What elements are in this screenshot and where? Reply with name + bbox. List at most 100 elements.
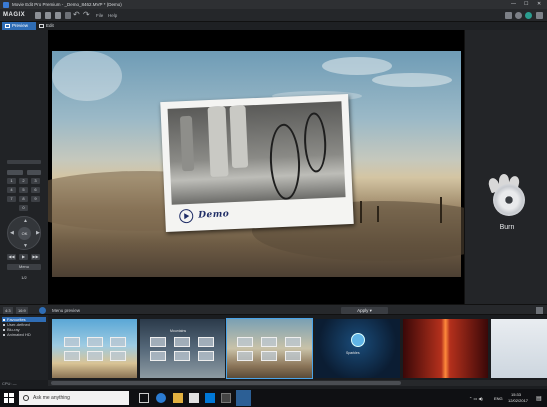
aspect-4-3-button[interactable]: 4:3 <box>3 307 13 314</box>
bicycle-wheel <box>268 123 302 201</box>
digit-key-9[interactable]: 9 <box>31 196 40 202</box>
movie-edit-pro-taskbar-icon[interactable] <box>236 390 251 406</box>
digit-key-3[interactable]: 3 <box>31 178 40 184</box>
digit-key-4[interactable]: 4 <box>7 187 16 193</box>
menu-file[interactable]: File <box>96 13 103 18</box>
walker-leg <box>229 105 249 169</box>
aspect-16-9-button[interactable]: 16:9 <box>16 307 28 314</box>
template-options-icon[interactable] <box>536 307 543 314</box>
magix-logo: MAGIX <box>3 12 26 18</box>
previous-chapter-button[interactable]: ◀◀ <box>7 254 16 260</box>
digit-key-1[interactable]: 1 <box>7 178 16 184</box>
down-arrow-icon[interactable]: ▼ <box>23 243 28 249</box>
undo-icon[interactable]: ↶ <box>73 10 80 19</box>
notification-center-icon[interactable]: ▤ <box>536 395 542 402</box>
template-thumbnail-desert[interactable] <box>226 318 313 379</box>
menu-help[interactable]: Help <box>108 13 117 18</box>
menu-preview-label: Menu preview <box>52 308 81 313</box>
edge-browser-icon[interactable] <box>156 393 166 403</box>
play-button[interactable]: ▶ <box>19 254 28 260</box>
language-indicator[interactable]: ENG <box>494 396 503 401</box>
template-thumbnails: Mountains Sparkles <box>48 315 547 380</box>
edit-icon <box>39 24 44 28</box>
template-thumbnail-red-curtain[interactable] <box>402 318 489 379</box>
template-thumbnail-mountains[interactable]: Mountains <box>139 318 226 379</box>
tab-edit[interactable]: Edit <box>36 22 66 30</box>
clock-date[interactable]: 12/02/2017 <box>508 398 528 403</box>
template-thumbnail-sparkles[interactable]: Sparkles <box>314 318 401 379</box>
scrollbar-thumb[interactable] <box>51 381 401 385</box>
minimize-button[interactable]: — <box>511 1 516 7</box>
help-icon[interactable] <box>515 12 522 19</box>
thumbnail-scrollbar[interactable] <box>48 380 547 386</box>
menu-button-preview <box>237 337 253 347</box>
bicycle-wheel <box>302 111 328 173</box>
menu-button-preview <box>261 337 277 347</box>
tab-preview[interactable]: Preview <box>2 22 36 30</box>
palm-tree <box>377 206 379 222</box>
menu-preview-area[interactable]: Demo <box>48 30 464 304</box>
taskbar-search-box[interactable]: Ask me anything <box>19 391 129 405</box>
upload-icon[interactable] <box>536 12 543 19</box>
open-icon[interactable] <box>45 12 51 19</box>
demo-title[interactable]: Demo <box>198 209 229 220</box>
windows-taskbar: Ask me anything ⌃ ▭ ◀) ENG 15:33 12/02/2… <box>0 389 547 407</box>
walker-leg <box>179 115 195 172</box>
maximize-button[interactable]: ☐ <box>524 1 528 7</box>
sun-glare <box>52 51 122 101</box>
menu-button-preview <box>110 337 126 347</box>
menu-button-preview <box>198 351 214 361</box>
remote-menu-button[interactable]: Menu <box>7 264 41 270</box>
category-item[interactable]: Animated HD <box>2 332 46 337</box>
polaroid-photo-frame[interactable]: Demo <box>160 93 354 233</box>
account-icon[interactable] <box>525 12 532 19</box>
digit-key-7[interactable]: 7 <box>7 196 16 202</box>
digit-key-2[interactable]: 2 <box>19 178 28 184</box>
template-thumbnail-sky[interactable] <box>51 318 138 379</box>
store-icon[interactable] <box>189 393 199 403</box>
digit-key-0[interactable]: 0 <box>19 205 28 211</box>
remote-eject-button[interactable] <box>27 170 41 175</box>
up-arrow-icon[interactable]: ▲ <box>23 218 28 224</box>
walker-leg <box>207 106 229 178</box>
thumbnail-caption: Mountains <box>170 329 187 333</box>
new-file-icon[interactable] <box>35 12 41 19</box>
notification-icon[interactable] <box>505 12 512 19</box>
remote-page-indicator: 1/2 <box>21 275 27 280</box>
chevron-down-icon: ▾ <box>369 308 372 313</box>
template-thumbnail-white[interactable] <box>490 318 547 379</box>
preview-icon <box>5 24 10 28</box>
save-icon[interactable] <box>55 12 61 19</box>
menu-button-preview <box>110 351 126 361</box>
cpu-status: CPU: — <box>2 381 17 386</box>
redo-icon[interactable]: ↷ <box>83 10 90 19</box>
remote-power-button[interactable] <box>7 170 23 175</box>
burn-panel: Burn <box>464 30 547 304</box>
settings-icon[interactable] <box>65 12 71 19</box>
digit-key-8[interactable]: 8 <box>19 196 28 202</box>
tray-icons[interactable]: ⌃ ▭ ◀) <box>469 396 483 401</box>
close-button[interactable]: ✕ <box>537 1 541 7</box>
remote-nav-wheel[interactable]: ▲ ▼ ◀ ▶ OK <box>7 216 41 250</box>
burn-button-label[interactable]: Burn <box>485 224 529 231</box>
mail-icon[interactable] <box>205 393 215 403</box>
clock-time[interactable]: 15:33 <box>511 392 521 397</box>
apply-button[interactable]: Apply ▾ <box>341 307 388 314</box>
app-icon-generic[interactable] <box>221 393 231 403</box>
play-icon[interactable] <box>178 208 194 224</box>
window-title: Movie Edit Pro Premium - _Demo_8462.MVP … <box>12 2 122 7</box>
mode-tabs: Preview Edit <box>0 22 547 30</box>
remote-ok-button[interactable]: OK <box>18 227 31 240</box>
next-chapter-button[interactable]: ▶▶ <box>31 254 40 260</box>
menu-button-preview <box>285 351 301 361</box>
left-arrow-icon[interactable]: ◀ <box>10 230 14 236</box>
task-view-icon[interactable] <box>139 393 149 403</box>
windows-start-icon[interactable] <box>4 393 14 403</box>
digit-key-5[interactable]: 5 <box>19 187 28 193</box>
burn-disc-icon[interactable] <box>485 174 529 222</box>
menu-button-preview <box>150 351 166 361</box>
file-explorer-icon[interactable] <box>173 393 183 403</box>
digit-key-6[interactable]: 6 <box>31 187 40 193</box>
right-arrow-icon[interactable]: ▶ <box>36 230 40 236</box>
cloud <box>372 73 452 87</box>
